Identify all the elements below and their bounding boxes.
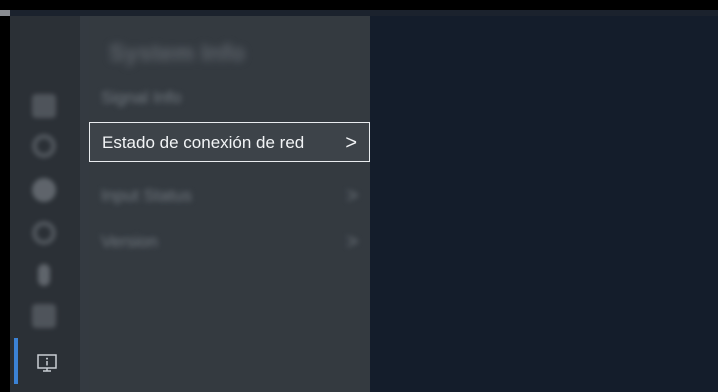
- chevron-right-icon: >: [345, 132, 357, 154]
- side-rail: [10, 16, 80, 392]
- network-icon[interactable]: [32, 178, 56, 202]
- chevron-right-icon: >: [346, 185, 358, 207]
- menu-item-input-status[interactable]: Input Status >: [89, 176, 370, 216]
- support-icon[interactable]: [38, 264, 50, 286]
- menu-item-label: Input Status: [101, 186, 192, 205]
- apps-icon[interactable]: [32, 304, 56, 328]
- rail-active-indicator: [14, 338, 18, 384]
- system-info-menu: System Info Signal Info Estado de conexi…: [89, 16, 370, 392]
- menu-item-network-status[interactable]: Estado de conexión de red >: [89, 122, 370, 162]
- info-icon[interactable]: [36, 352, 58, 374]
- menu-title: System Info: [109, 40, 246, 67]
- chevron-right-icon: >: [346, 231, 358, 253]
- picture-icon[interactable]: [32, 94, 56, 118]
- rail-divider: [80, 16, 89, 392]
- sound-icon[interactable]: [32, 134, 56, 158]
- menu-item-signal-info[interactable]: Signal Info: [89, 78, 370, 118]
- general-icon[interactable]: [32, 221, 56, 245]
- tv-screen: System Info Signal Info Estado de conexi…: [10, 10, 718, 392]
- menu-item-label: Version: [101, 232, 158, 251]
- content-area: [370, 16, 718, 392]
- menu-item-label: Estado de conexión de red: [102, 133, 305, 152]
- menu-item-label: Signal Info: [101, 88, 182, 107]
- menu-item-version[interactable]: Version >: [89, 222, 370, 262]
